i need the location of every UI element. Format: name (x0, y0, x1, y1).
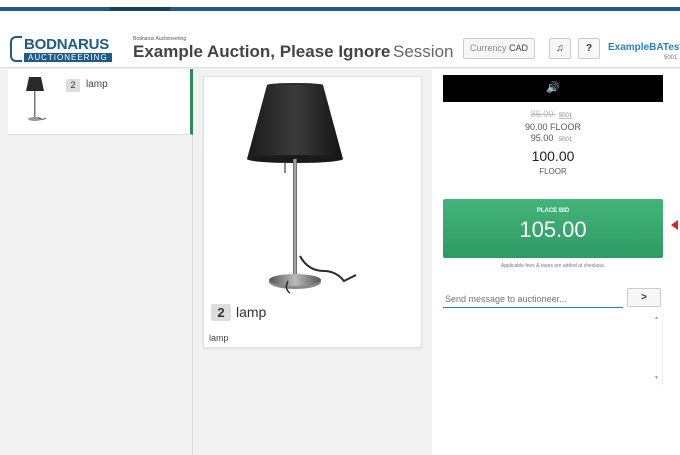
company-logo[interactable]: BODNARUS AUCTIONEERING (10, 34, 120, 64)
logo-bracket (10, 36, 22, 62)
auction-title: Example Auction, Please Ignore (133, 42, 391, 61)
lot-number-badge: 2 (66, 79, 80, 92)
current-bidder: FLOOR (539, 167, 567, 176)
lot-description: lamp (209, 333, 229, 343)
bidder-tag: 5001 (558, 113, 573, 119)
logo-name: BODNARUS (24, 36, 110, 53)
send-arrow-icon: > (641, 292, 647, 303)
current-bid-amount: 100.00 (531, 148, 575, 164)
lot-number-badge: 2 (211, 304, 231, 321)
music-note-icon: ♫ (556, 43, 564, 54)
chat-messages-area[interactable] (443, 313, 663, 385)
currency-value: CAD (509, 43, 529, 53)
logo-subtitle: AUCTIONEERING (24, 53, 112, 62)
scroll-up-icon[interactable]: ▲ (654, 315, 659, 321)
lot-list-item[interactable]: 2 lamp (8, 69, 193, 135)
top-accent-bar (0, 0, 680, 12)
fees-note: Applicable fees & taxes are added at che… (500, 263, 606, 269)
audio-stream-bar[interactable]: 🔊 (443, 75, 663, 102)
sound-toggle-button[interactable]: ♫ (549, 38, 571, 59)
bidding-panel: 🔊 85.00 5001 90.00 FLOOR 95.00 5001 100.… (432, 69, 680, 455)
bidder-tag: FLOOR (550, 122, 582, 132)
header: BODNARUS AUCTIONEERING Bodnarus Auctione… (0, 12, 680, 68)
lamp-thumbnail (26, 77, 47, 121)
bid-amount: 85.00 (530, 109, 554, 119)
currency-label: Currency (470, 43, 507, 53)
bid-history-row: 95.00 5001 (432, 133, 674, 146)
user-bidder-number: 5001 (664, 55, 678, 61)
place-bid-amount: 105.00 (519, 217, 587, 242)
red-pointer-icon (671, 220, 678, 230)
lot-list-sidebar: 2 lamp (0, 69, 193, 455)
send-message-button[interactable]: > (627, 288, 661, 307)
message-auctioneer-input[interactable] (443, 290, 623, 308)
currency-selector[interactable]: Currency CAD (463, 38, 536, 59)
lot-title: lamp (236, 304, 267, 320)
scroll-down-icon[interactable]: ▼ (654, 375, 659, 381)
bid-history-row: 90.00 FLOOR (432, 122, 674, 133)
speaker-icon: 🔊 (546, 82, 560, 94)
bid-history: 85.00 5001 90.00 FLOOR 95.00 5001 (432, 109, 674, 146)
session-label: Session (393, 42, 454, 61)
place-bid-label: PLACE BID (536, 208, 570, 214)
bid-amount: 90.00 (524, 122, 548, 132)
top-stripe-highlight (110, 7, 170, 11)
lot-detail-card: 2 lamp lamp (203, 76, 422, 348)
user-name[interactable]: ExampleBATest (608, 42, 680, 53)
help-button[interactable]: ? (578, 38, 600, 59)
bid-amount: 95.00 (530, 133, 554, 143)
lot-name: lamp (86, 79, 108, 90)
top-stripe (0, 7, 680, 11)
place-bid-button[interactable]: PLACE BID 105.00 (443, 199, 663, 258)
bidder-tag: 5001 (558, 137, 573, 143)
help-icon: ? (585, 43, 593, 54)
bid-history-row: 85.00 5001 (432, 109, 674, 122)
lamp-image (247, 83, 357, 294)
